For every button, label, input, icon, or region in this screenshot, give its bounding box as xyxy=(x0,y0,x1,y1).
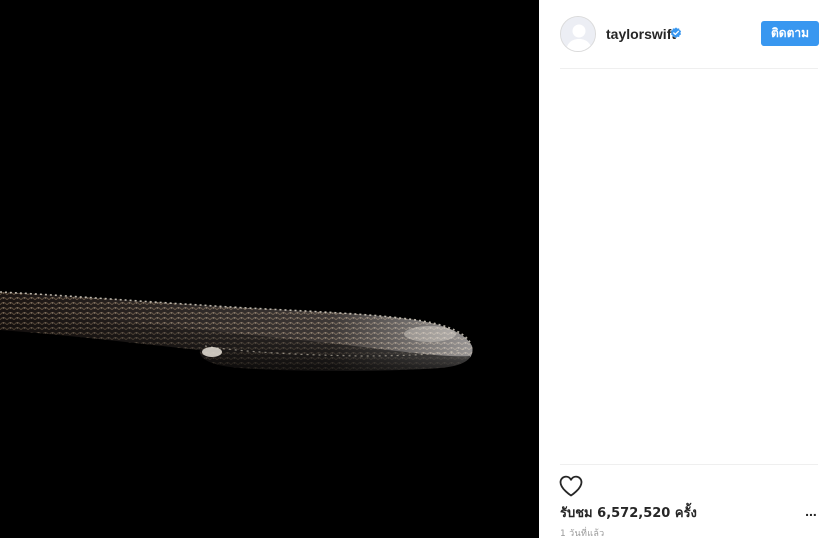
view-count: รับชม 6,572,520 ครั้ง xyxy=(560,506,697,521)
post-header: taylorswift ติดตาม xyxy=(539,0,838,69)
header-divider xyxy=(560,68,818,69)
post-media[interactable] xyxy=(0,0,539,538)
heart-icon xyxy=(559,475,583,497)
follow-button[interactable]: ติดตาม xyxy=(761,21,819,46)
like-button[interactable] xyxy=(558,474,584,498)
more-options-icon[interactable]: ... xyxy=(803,504,819,518)
actions-divider xyxy=(560,464,818,465)
post-details-panel: taylorswift ติดตาม รับชม 6,572,520 ครั้ง… xyxy=(539,0,838,538)
username-link[interactable]: taylorswift xyxy=(606,26,676,42)
default-avatar-icon[interactable] xyxy=(560,16,596,52)
snake-image xyxy=(0,0,539,538)
post-timestamp: 1 วันที่แล้ว xyxy=(560,529,605,538)
verified-badge-icon xyxy=(670,27,682,38)
